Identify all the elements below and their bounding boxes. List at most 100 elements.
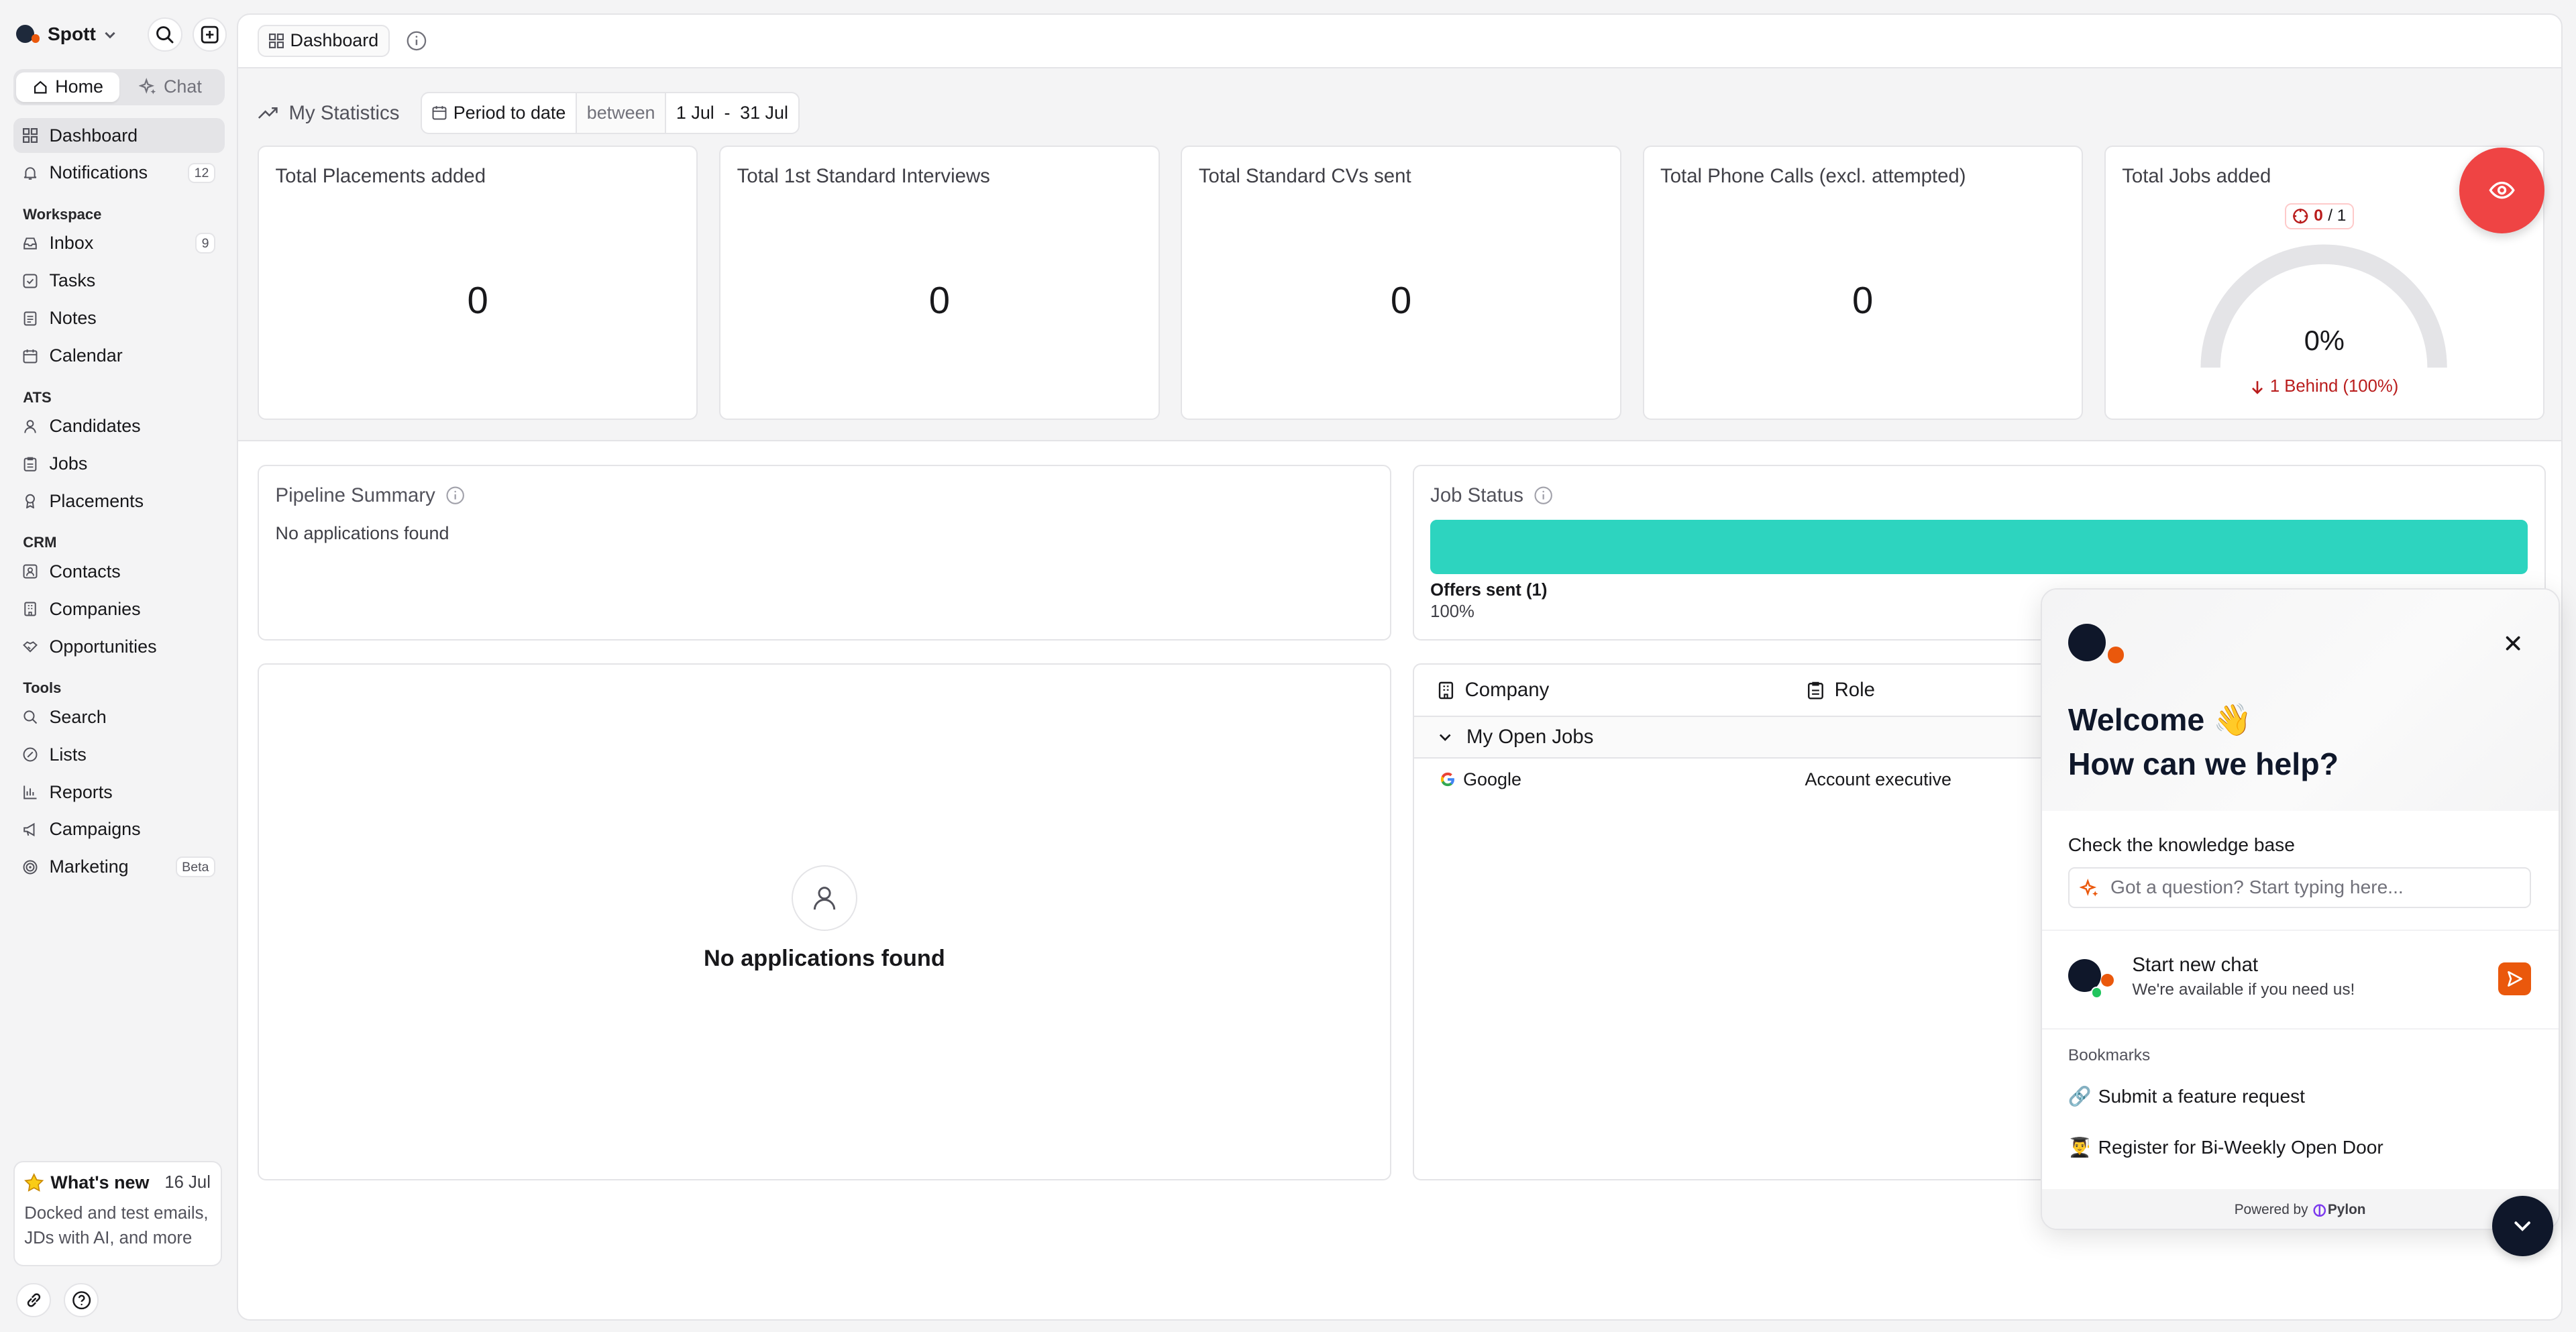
breadcrumb-dashboard[interactable]: Dashboard [258, 24, 390, 58]
help-button[interactable] [64, 1282, 99, 1318]
widget-toggle-button[interactable] [2492, 1195, 2553, 1257]
breadcrumb-label: Dashboard [290, 30, 379, 51]
tab-home-label: Home [55, 76, 104, 97]
support-avatar [2068, 958, 2117, 1002]
calendar-icon [23, 349, 38, 364]
group-label: My Open Jobs [1466, 725, 1594, 748]
sidebar-item-candidates[interactable]: Candidates [13, 409, 225, 443]
job-status-bar-offers[interactable] [1430, 520, 2528, 575]
sidebar-item-opportunities[interactable]: Opportunities [13, 630, 225, 664]
contact-icon [23, 564, 38, 579]
close-icon[interactable] [2502, 632, 2524, 655]
google-icon [1440, 773, 1454, 787]
sidebar-item-label: Reports [49, 781, 113, 802]
bookmark-open-door[interactable]: 👨‍🎓 Register for Bi-Weekly Open Door [2068, 1136, 2383, 1158]
tab-home[interactable]: Home [16, 72, 119, 102]
sidebar-item-lists[interactable]: Lists [13, 737, 225, 771]
clipboard-icon [23, 457, 37, 471]
bar-chart-icon [23, 785, 37, 799]
start-chat-button[interactable] [2498, 962, 2532, 995]
sidebar-item-marketing[interactable]: Marketing Beta [13, 850, 225, 884]
sidebar-item-label: Campaigns [49, 819, 141, 840]
sidebar-item-companies[interactable]: Companies [13, 592, 225, 626]
widget-logo [2068, 624, 2127, 667]
sidebar-item-reports[interactable]: Reports [13, 775, 225, 809]
building-icon [1438, 681, 1454, 699]
section-crm: CRM [23, 534, 57, 551]
sidebar-item-label: Lists [49, 744, 87, 765]
search-icon [23, 710, 38, 724]
tab-chat[interactable]: Chat [119, 72, 222, 102]
applications-panel: No applications found [258, 663, 1391, 1181]
whats-new-card[interactable]: What's new 16 Jul Docked and test emails… [13, 1161, 222, 1267]
record-view-button[interactable] [2459, 148, 2545, 233]
workspace-switcher[interactable]: Spott [16, 23, 117, 45]
info-icon[interactable] [1534, 486, 1553, 505]
goal-chip: 0 / 1 [2284, 203, 2355, 229]
knowledge-base-search-input[interactable] [2068, 867, 2532, 908]
start-chat-subtitle: We're available if you need us! [2132, 980, 2355, 999]
tab-chat-label: Chat [163, 76, 202, 97]
behind-indicator: 1 Behind (100%) [2106, 377, 2543, 396]
bookmarks-label: Bookmarks [2068, 1046, 2151, 1064]
sidebar-item-dashboard[interactable]: Dashboard [13, 118, 225, 153]
column-company-label: Company [1464, 679, 1550, 702]
inbox-icon [23, 237, 38, 249]
stat-card-placements: Total Placements added 0 [258, 146, 698, 421]
job-status-title: Job Status [1430, 484, 1553, 507]
new-item-button[interactable] [192, 17, 227, 52]
period-type-dropdown[interactable]: Period to date [422, 93, 576, 133]
bell-icon [24, 167, 37, 180]
clipboard-icon [1807, 681, 1823, 700]
info-icon[interactable] [445, 486, 465, 505]
bookmark-feature-request[interactable]: 🔗 Submit a feature request [2068, 1085, 2305, 1107]
widget-title: Welcome 👋 How can we help? [2068, 698, 2339, 786]
note-icon [23, 311, 37, 326]
support-widget: Welcome 👋 How can we help? Check the kno… [2040, 588, 2560, 1231]
sidebar-item-jobs[interactable]: Jobs [13, 447, 225, 481]
sidebar-item-calendar[interactable]: Calendar [13, 339, 225, 373]
start-new-chat-row[interactable]: Start new chat We're available if you ne… [2068, 951, 2532, 1007]
sidebar-item-label: Tasks [49, 270, 96, 291]
list-icon [23, 747, 38, 762]
arrow-down-icon [2252, 381, 2263, 394]
copy-link-button[interactable] [16, 1282, 51, 1318]
grid-icon [23, 128, 38, 144]
goal-current: 0 [2314, 207, 2323, 225]
date-range-picker[interactable]: 1 Jul - 31 Jul [666, 93, 798, 133]
period-selector: Period to date between 1 Jul - 31 Jul [421, 91, 800, 135]
goal-target: / 1 [2328, 207, 2347, 225]
column-role[interactable]: Role [1807, 679, 1875, 702]
sidebar-item-search[interactable]: Search [13, 700, 225, 734]
brand-row: Spott [16, 17, 227, 52]
between-label: between [576, 93, 667, 133]
building-icon [24, 602, 36, 616]
sidebar-item-tasks[interactable]: Tasks [13, 264, 225, 298]
stat-card-title: Total Phone Calls (excl. attempted) [1660, 165, 1966, 188]
applications-empty-text: No applications found [704, 945, 945, 971]
powered-by-footer[interactable]: Powered by Pylon [2041, 1188, 2559, 1229]
stat-card-title: Total Standard CVs sent [1198, 165, 1411, 188]
sidebar-item-notes[interactable]: Notes [13, 301, 225, 335]
sidebar-item-label: Contacts [49, 561, 121, 581]
widget-header: Welcome 👋 How can we help? [2041, 589, 2559, 812]
sidebar-item-contacts[interactable]: Contacts [13, 555, 225, 589]
sidebar-item-inbox[interactable]: Inbox 9 [13, 226, 225, 260]
column-company[interactable]: Company [1437, 679, 1549, 702]
sidebar-item-notifications[interactable]: Notifications 12 [13, 156, 225, 190]
send-icon [2508, 970, 2523, 987]
link-icon [27, 1293, 40, 1307]
search-button[interactable] [148, 17, 182, 52]
pipeline-title: Pipeline Summary [276, 484, 465, 507]
star-icon [24, 1172, 44, 1192]
sidebar-item-label: Opportunities [49, 636, 157, 657]
info-icon[interactable] [406, 30, 427, 52]
sidebar-item-placements[interactable]: Placements [13, 484, 225, 518]
start-chat-title: Start new chat [2132, 954, 2259, 977]
sidebar-nav: Dashboard Notifications 12 Workspace Inb… [13, 118, 225, 887]
pylon-logo-icon [2313, 1204, 2326, 1217]
stat-card-value: 0 [928, 279, 951, 322]
widget-welcome: Welcome 👋 [2068, 702, 2253, 738]
sidebar-item-campaigns[interactable]: Campaigns [13, 812, 225, 846]
sidebar-item-label: Companies [49, 598, 141, 619]
